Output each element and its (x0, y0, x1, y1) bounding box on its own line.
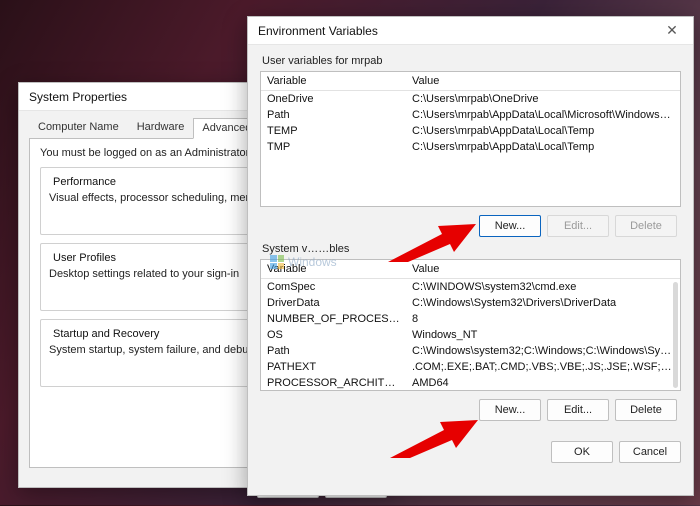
system-vars-buttons: New... Edit... Delete (260, 399, 677, 421)
table-row[interactable]: NUMBER_OF_PROCESSORS8 (261, 311, 680, 327)
col-variable[interactable]: Variable (261, 260, 406, 279)
table-row[interactable]: PathC:\Windows\system32;C:\Windows;C:\Wi… (261, 343, 680, 359)
var-name: DriverData (261, 295, 406, 311)
var-value: 8 (406, 311, 680, 327)
env-bottom-buttons: OK Cancel (248, 433, 693, 473)
close-icon[interactable]: ✕ (661, 22, 683, 39)
var-name: PROCESSOR_ARCHITECTU... (261, 375, 406, 391)
var-value: C:\Users\mrpab\AppData\Local\Temp (406, 123, 680, 139)
var-name: TMP (261, 139, 406, 155)
user-new-button[interactable]: New... (479, 215, 541, 237)
var-name: TEMP (261, 123, 406, 139)
user-delete-button[interactable]: Delete (615, 215, 677, 237)
environment-variables-dialog: Environment Variables ✕ User variables f… (247, 16, 694, 496)
table-row[interactable]: ComSpecC:\WINDOWS\system32\cmd.exe (261, 279, 680, 296)
table-row[interactable]: PROCESSOR_ARCHITECTU...AMD64 (261, 375, 680, 391)
startup-title: Startup and Recovery (49, 328, 163, 340)
performance-title: Performance (49, 176, 120, 188)
user-profiles-title: User Profiles (49, 252, 120, 264)
var-name: ComSpec (261, 279, 406, 296)
env-titlebar: Environment Variables ✕ (248, 17, 693, 45)
sys-delete-button[interactable]: Delete (615, 399, 677, 421)
var-name: OS (261, 327, 406, 343)
table-row[interactable]: PATHEXT.COM;.EXE;.BAT;.CMD;.VBS;.VBE;.JS… (261, 359, 680, 375)
sys-new-button[interactable]: New... (479, 399, 541, 421)
env-title: Environment Variables (258, 24, 378, 38)
user-vars-label: User variables for mrpab (262, 55, 681, 67)
col-value[interactable]: Value (406, 260, 680, 279)
env-cancel-button[interactable]: Cancel (619, 441, 681, 463)
var-value: .COM;.EXE;.BAT;.CMD;.VBS;.VBE;.JS;.JSE;.… (406, 359, 680, 375)
var-name: Path (261, 343, 406, 359)
var-value: C:\Users\mrpab\AppData\Local\Temp (406, 139, 680, 155)
env-ok-button[interactable]: OK (551, 441, 613, 463)
var-name: NUMBER_OF_PROCESSORS (261, 311, 406, 327)
var-value: C:\Users\mrpab\OneDrive (406, 91, 680, 108)
table-row[interactable]: TEMPC:\Users\mrpab\AppData\Local\Temp (261, 123, 680, 139)
col-value[interactable]: Value (406, 72, 680, 91)
tab-hardware[interactable]: Hardware (128, 117, 194, 138)
var-value: C:\Windows\System32\Drivers\DriverData (406, 295, 680, 311)
scrollbar[interactable] (673, 282, 678, 388)
system-vars-list[interactable]: Variable Value ComSpecC:\WINDOWS\system3… (260, 259, 681, 391)
sys-title: System Properties (29, 90, 127, 104)
table-row[interactable]: OSWindows_NT (261, 327, 680, 343)
table-row[interactable]: DriverDataC:\Windows\System32\Drivers\Dr… (261, 295, 680, 311)
user-vars-list[interactable]: Variable Value OneDriveC:\Users\mrpab\On… (260, 71, 681, 207)
col-variable[interactable]: Variable (261, 72, 406, 91)
user-vars-buttons: New... Edit... Delete (260, 215, 677, 237)
var-name: Path (261, 107, 406, 123)
sys-edit-button[interactable]: Edit... (547, 399, 609, 421)
var-value: C:\Users\mrpab\AppData\Local\Microsoft\W… (406, 107, 680, 123)
var-value: C:\Windows\system32;C:\Windows;C:\Window… (406, 343, 680, 359)
user-edit-button[interactable]: Edit... (547, 215, 609, 237)
var-name: PATHEXT (261, 359, 406, 375)
var-name: OneDrive (261, 91, 406, 108)
var-value: Windows_NT (406, 327, 680, 343)
system-vars-label: System v……bles (262, 243, 681, 255)
table-row[interactable]: TMPC:\Users\mrpab\AppData\Local\Temp (261, 139, 680, 155)
env-body: User variables for mrpab Variable Value … (248, 45, 693, 433)
var-value: C:\WINDOWS\system32\cmd.exe (406, 279, 680, 296)
table-row[interactable]: OneDriveC:\Users\mrpab\OneDrive (261, 91, 680, 108)
var-value: AMD64 (406, 375, 680, 391)
table-row[interactable]: PathC:\Users\mrpab\AppData\Local\Microso… (261, 107, 680, 123)
tab-computer-name[interactable]: Computer Name (29, 117, 128, 138)
